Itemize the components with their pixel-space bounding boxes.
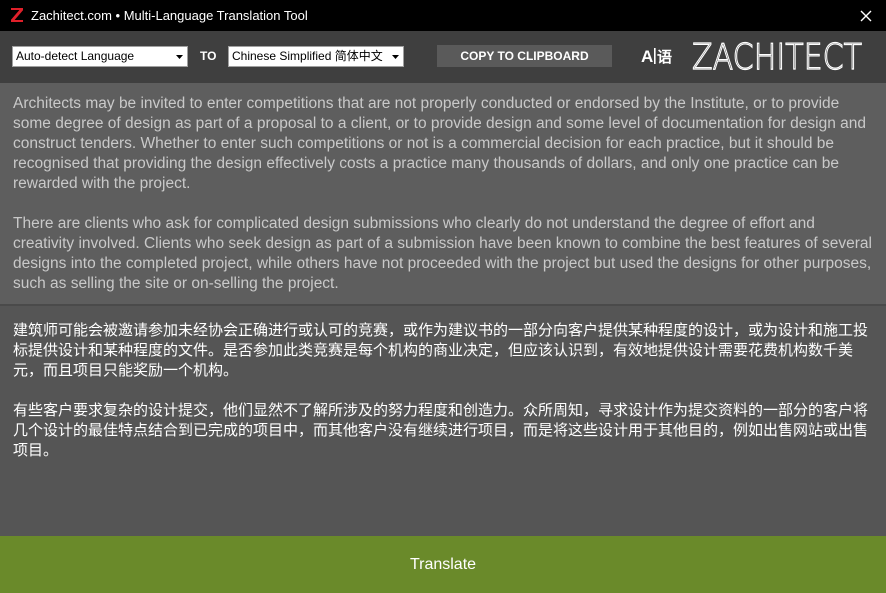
copy-to-clipboard-button[interactable]: COPY TO CLIPBOARD [437, 45, 612, 67]
close-icon[interactable] [860, 10, 872, 22]
translation-paragraph: 有些客户要求复杂的设计提交，他们显然不了解所涉及的努力程度和创造力。众所周知，寻… [13, 402, 869, 459]
dropdown-arrow-icon[interactable] [171, 47, 187, 66]
to-label: TO [200, 49, 217, 63]
target-language-value: Chinese Simplified 简体中文 [232, 49, 383, 63]
translation-output-area[interactable]: 建筑师可能会被邀请参加未经协会正确进行或认可的竞赛，或作为建议书的一部分向客户提… [0, 306, 886, 536]
title-bar: Zachitect.com • Multi-Language Translati… [0, 0, 886, 31]
source-paragraph: There are clients who ask for complicate… [13, 215, 872, 292]
window-title: Zachitect.com • Multi-Language Translati… [31, 8, 308, 23]
translate-button[interactable]: Translate [0, 536, 886, 593]
z-logo-icon [10, 7, 24, 23]
translation-paragraph: 建筑师可能会被邀请参加未经协会正确进行或认可的竞赛，或作为建议书的一部分向客户提… [13, 322, 869, 379]
toolbar: Auto-detect Language TO Chinese Simplifi… [0, 31, 886, 83]
source-paragraph: Architects may be invited to enter compe… [13, 95, 867, 192]
source-language-select[interactable]: Auto-detect Language [12, 46, 188, 67]
close-button[interactable] [846, 0, 886, 31]
svg-text:A: A [641, 47, 653, 66]
svg-text:语: 语 [657, 48, 672, 66]
dropdown-arrow-icon[interactable] [387, 47, 403, 66]
svg-text:ZACHITECT: ZACHITECT [692, 39, 862, 73]
zachitect-logo: ZACHITECT [690, 36, 864, 78]
target-language-select[interactable]: Chinese Simplified 简体中文 [228, 46, 404, 67]
ai-translate-icon: A 语 [641, 45, 677, 67]
source-language-value: Auto-detect Language [16, 49, 135, 63]
source-text-area[interactable]: Architects may be invited to enter compe… [0, 83, 886, 306]
